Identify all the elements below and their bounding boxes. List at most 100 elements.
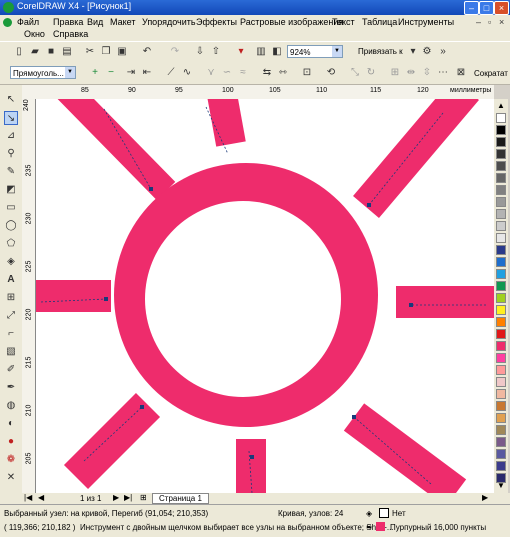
add-page-icon[interactable]: ⊞ (140, 493, 147, 502)
table-tool-icon[interactable]: ⊞ (4, 291, 18, 305)
palette-swatch[interactable] (496, 329, 506, 339)
sun-ray[interactable] (57, 99, 176, 201)
open-icon[interactable]: ▰ (28, 45, 42, 59)
menu-window[interactable]: Окно (24, 29, 45, 39)
sun-ray[interactable] (63, 392, 161, 490)
palette-scroll-down-icon[interactable]: ▼ (496, 481, 506, 491)
palette-swatch[interactable] (496, 209, 506, 219)
add-node-icon[interactable]: + (88, 66, 102, 80)
align-nodes-icon[interactable]: ⊞ (388, 66, 402, 80)
curve-node[interactable] (149, 187, 153, 191)
menu-file[interactable]: Файл (17, 17, 39, 27)
curve-node[interactable] (352, 415, 356, 419)
first-page-icon[interactable]: |◀ (24, 493, 32, 502)
stretch-nodes-icon[interactable]: ⤡ (348, 66, 362, 80)
palette-swatch[interactable] (496, 365, 506, 375)
menu-layout[interactable]: Макет (110, 17, 135, 27)
palette-swatch[interactable] (496, 425, 506, 435)
sun-ring-inner[interactable] (145, 201, 341, 397)
palette-swatch[interactable] (496, 149, 506, 159)
menu-tools[interactable]: Инструменты (398, 17, 454, 27)
smooth-node-icon[interactable]: ∽ (220, 66, 234, 80)
palette-swatch[interactable] (496, 281, 506, 291)
cut-icon[interactable]: ✂ (83, 45, 97, 59)
palette-swatch[interactable] (496, 461, 506, 471)
palette-swatch[interactable] (496, 125, 506, 135)
symmetrical-node-icon[interactable]: ≈ (236, 66, 250, 80)
palette-swatch[interactable] (496, 401, 506, 411)
menu-table[interactable]: Таблица (362, 17, 397, 27)
join-nodes-icon[interactable]: ⇥ (124, 66, 138, 80)
copy-icon[interactable]: ❐ (99, 45, 113, 59)
maximize-button[interactable]: □ (479, 1, 494, 15)
drawing-canvas[interactable] (36, 99, 494, 493)
palette-swatch[interactable] (496, 161, 506, 171)
palette-swatch[interactable] (496, 317, 506, 327)
minimize-button[interactable]: – (464, 1, 479, 15)
palette-swatch[interactable] (496, 113, 506, 123)
menu-effects[interactable]: Эффекты (196, 17, 237, 27)
break-curve-icon[interactable]: ⇤ (140, 66, 154, 80)
close-button[interactable]: × (494, 1, 509, 15)
color-eyedropper-icon[interactable]: ● (4, 435, 18, 449)
smart-fill-tool-icon[interactable]: ◩ (4, 183, 18, 197)
curve-node[interactable] (409, 303, 413, 307)
menu-view[interactable]: Вид (87, 17, 103, 27)
palette-swatch[interactable] (496, 269, 506, 279)
rotate-nodes-icon[interactable]: ↻ (364, 66, 378, 80)
snap-dropdown-icon[interactable]: ▾ (406, 45, 420, 59)
palette-swatch[interactable] (496, 185, 506, 195)
interactive-fill-tool-icon[interactable]: ◐ (4, 417, 18, 431)
palette-swatch[interactable] (496, 449, 506, 459)
palette-swatch[interactable] (496, 353, 506, 363)
corel-online-icon[interactable]: ◧ (270, 45, 284, 59)
doc-minimize-button[interactable]: – (476, 17, 481, 27)
zoom-levels-select[interactable]: 924% ▼ (287, 45, 343, 58)
menu-arrange[interactable]: Упорядочить (142, 17, 196, 27)
last-page-icon[interactable]: ▶| (124, 493, 132, 502)
dimension-tool-icon[interactable]: ⤢ (4, 309, 18, 323)
menu-bitmaps[interactable]: Растровые изображения (240, 17, 343, 27)
to-curve-icon[interactable]: ∿ (180, 66, 194, 80)
save-icon[interactable]: ■ (44, 45, 58, 59)
application-launcher-icon[interactable]: ▾ (234, 45, 248, 59)
redo-icon[interactable]: ↷ (168, 45, 182, 59)
print-icon[interactable]: ▤ (60, 45, 74, 59)
crop-tool-icon[interactable]: ⊿ (4, 129, 18, 143)
extract-subpath-icon[interactable]: ⊡ (300, 66, 314, 80)
ellipse-tool-icon[interactable]: ◯ (4, 219, 18, 233)
reflect-horizontal-icon[interactable]: ⇹ (404, 66, 418, 80)
shape-tool-icon[interactable]: ↘ (4, 111, 18, 125)
interactive-blend-tool-icon[interactable]: ▧ (4, 345, 18, 359)
to-line-icon[interactable]: ⟋ (164, 66, 178, 80)
freehand-tool-icon[interactable]: ✎ (4, 165, 18, 179)
curve-node[interactable] (140, 405, 144, 409)
palette-swatch[interactable] (496, 377, 506, 387)
hscroll-right-icon[interactable]: ▶ (482, 493, 488, 502)
curve-node[interactable] (104, 297, 108, 301)
page-tab-1[interactable]: Страница 1 (152, 493, 209, 504)
paste-icon[interactable]: ▣ (115, 45, 129, 59)
elastic-mode-icon[interactable]: ⋯ (436, 66, 450, 80)
cusp-node-icon[interactable]: ⋎ (204, 66, 218, 80)
fill-tool-icon[interactable]: ◍ (4, 399, 18, 413)
palette-swatch[interactable] (496, 437, 506, 447)
sun-shape[interactable] (36, 99, 494, 493)
palette-swatch[interactable] (496, 137, 506, 147)
curve-node[interactable] (250, 455, 254, 459)
options-icon[interactable]: ⚙ (420, 45, 434, 59)
import-icon[interactable]: ⇩ (193, 45, 207, 59)
polygon-tool-icon[interactable]: ⬠ (4, 237, 18, 251)
palette-swatch[interactable] (496, 245, 506, 255)
sun-ray[interactable] (343, 403, 467, 493)
color-wheel-icon[interactable]: ❁ (4, 453, 18, 467)
reflect-vertical-icon[interactable]: ⇳ (420, 66, 434, 80)
pick-tool-icon[interactable]: ↖ (4, 93, 18, 107)
palette-swatch[interactable] (496, 389, 506, 399)
extend-curve-icon[interactable]: ⇿ (276, 66, 290, 80)
sun-curve-object[interactable] (36, 99, 494, 493)
doc-close-button[interactable]: × (499, 17, 504, 27)
welcome-screen-icon[interactable]: ▥ (254, 45, 268, 59)
palette-swatch[interactable] (496, 293, 506, 303)
delete-node-icon[interactable]: − (104, 66, 118, 80)
